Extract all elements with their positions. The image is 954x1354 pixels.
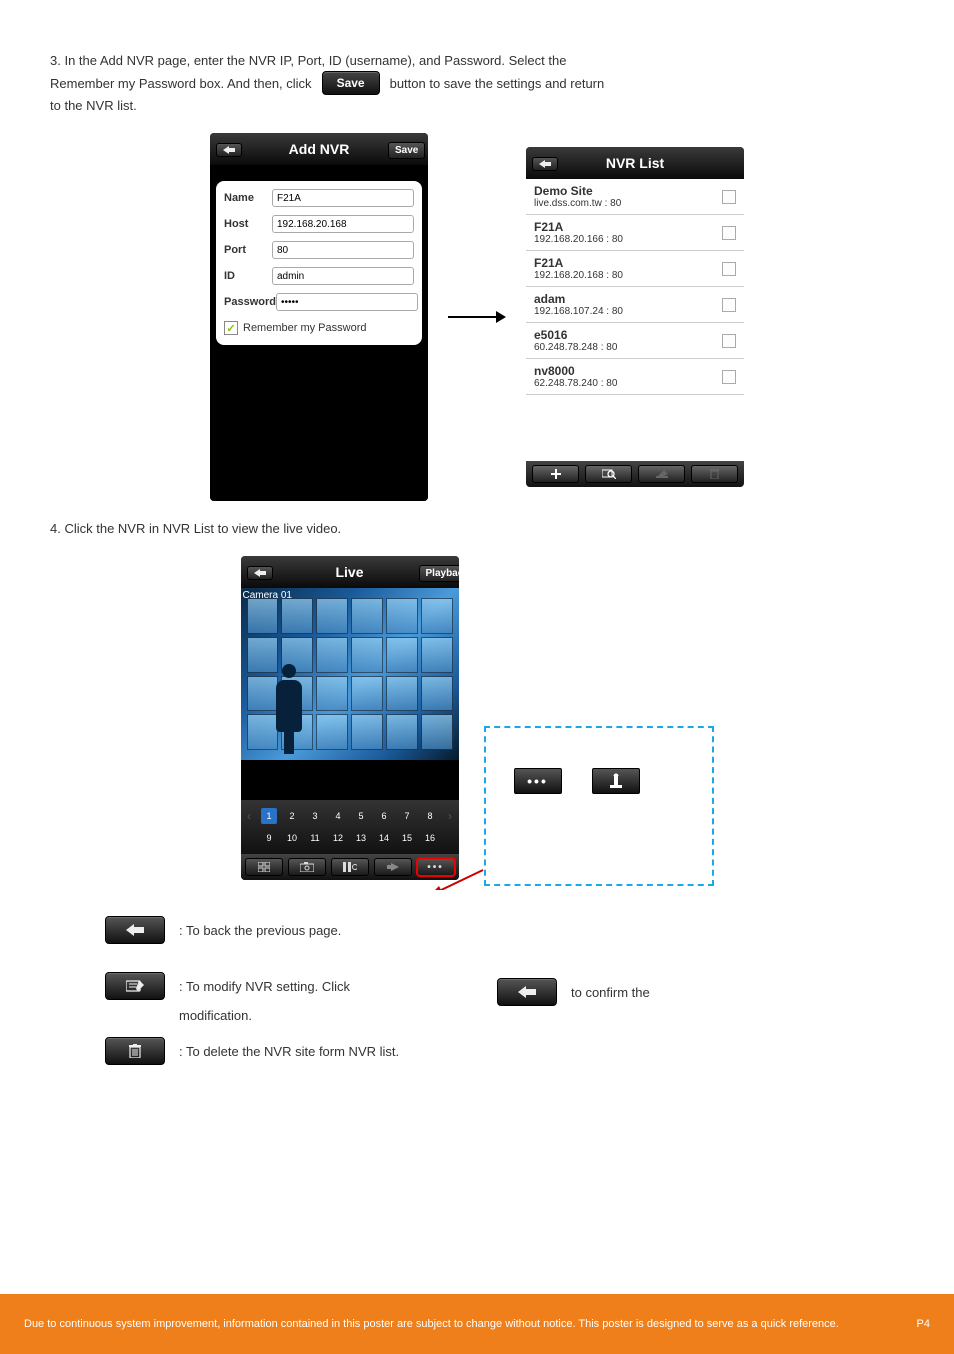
page-number: P4 <box>917 1318 930 1330</box>
nvr-item-host: live.dss.com.tw : 80 <box>534 198 621 209</box>
add-nvr-button[interactable] <box>532 465 579 483</box>
footer-text: Due to continuous system improvement, in… <box>24 1318 839 1330</box>
grid-view-button[interactable] <box>245 858 283 876</box>
step4-line: 4. Click the NVR in NVR List to view the… <box>50 521 904 536</box>
edit-icon[interactable] <box>105 972 165 1000</box>
nvr-item-checkbox[interactable] <box>722 298 736 312</box>
nvr-item-host: 192.168.20.168 : 80 <box>534 270 623 281</box>
step3-line1: 3. In the Add NVR page, enter the NVR IP… <box>50 53 904 68</box>
channel-5-button[interactable]: 5 <box>353 808 369 824</box>
channel-12-button[interactable]: 12 <box>330 830 346 846</box>
channel-13-button[interactable]: 13 <box>353 830 369 846</box>
nvr-item-name: e5016 <box>534 328 617 342</box>
back-confirm-icon[interactable] <box>497 978 557 1006</box>
nvr-list-item[interactable]: Demo Sitelive.dss.com.tw : 80 <box>526 179 744 215</box>
name-field[interactable] <box>272 189 414 207</box>
nvr-list-item[interactable]: e501660.248.78.248 : 80 <box>526 323 744 359</box>
pause-record-button[interactable] <box>331 858 369 876</box>
nvr-item-checkbox[interactable] <box>722 262 736 276</box>
delete-button-disabled <box>691 465 738 483</box>
nvr-item-checkbox[interactable] <box>722 334 736 348</box>
arrow-right-icon <box>448 307 506 327</box>
channel-7-button[interactable]: 7 <box>399 808 415 824</box>
nvr-list-item[interactable]: F21A192.168.20.168 : 80 <box>526 251 744 287</box>
nvr-list-title: NVR List <box>566 155 704 171</box>
nvr-item-host: 192.168.20.166 : 80 <box>534 234 623 245</box>
back-arrow-icon[interactable] <box>247 566 273 580</box>
nvr-list-item[interactable]: F21A192.168.20.166 : 80 <box>526 215 744 251</box>
back-description: : To back the previous page. <box>179 923 904 938</box>
nvr-list-screen: NVR List Demo Sitelive.dss.com.tw : 80F2… <box>526 147 744 487</box>
password-field[interactable] <box>276 293 418 311</box>
nvr-item-name: nv8000 <box>534 364 617 378</box>
snapshot-button[interactable] <box>288 858 326 876</box>
id-field[interactable] <box>272 267 414 285</box>
add-nvr-screen: Add NVR Save Name Host Port ID Password <box>210 133 428 501</box>
nvr-item-host: 62.248.78.240 : 80 <box>534 378 617 389</box>
channel-2-button[interactable]: 2 <box>284 808 300 824</box>
nvr-item-checkbox[interactable] <box>722 226 736 240</box>
more-icon[interactable]: ••• <box>514 768 562 794</box>
channel-15-button[interactable]: 15 <box>399 830 415 846</box>
edit-button-disabled <box>638 465 685 483</box>
channel-9-button[interactable]: 9 <box>261 830 277 846</box>
channel-1-button[interactable]: 1 <box>261 808 277 824</box>
remember-label: Remember my Password <box>243 322 366 334</box>
channel-prev-icon[interactable]: ‹ <box>244 809 254 823</box>
search-button[interactable] <box>585 465 632 483</box>
page-footer: Due to continuous system improvement, in… <box>0 1294 954 1354</box>
host-label: Host <box>224 218 272 230</box>
live-screen: Live Playback Camera 01 ‹ 12345678 › <box>241 556 459 880</box>
back-arrow-icon[interactable] <box>216 143 242 157</box>
step3-line2-suffix: button to save the settings and return <box>390 76 605 91</box>
ptz-icon[interactable] <box>592 768 640 794</box>
name-label: Name <box>224 192 272 204</box>
add-nvr-title: Add NVR <box>250 141 388 157</box>
nvr-list-item[interactable]: nv800062.248.78.240 : 80 <box>526 359 744 395</box>
edit-desc-mid: to confirm the <box>571 985 904 1000</box>
nvr-list-item[interactable]: adam192.168.107.24 : 80 <box>526 287 744 323</box>
channel-6-button[interactable]: 6 <box>376 808 392 824</box>
live-title: Live <box>281 564 419 580</box>
nvr-item-checkbox[interactable] <box>722 190 736 204</box>
id-label: ID <box>224 270 272 282</box>
channel-4-button[interactable]: 4 <box>330 808 346 824</box>
edit-desc-prefix: : To modify NVR setting. Click <box>179 979 350 994</box>
delete-icon[interactable] <box>105 1037 165 1065</box>
port-label: Port <box>224 244 272 256</box>
nvr-item-host: 60.248.78.248 : 80 <box>534 342 617 353</box>
host-field[interactable] <box>272 215 414 233</box>
channel-14-button[interactable]: 14 <box>376 830 392 846</box>
back-icon[interactable] <box>105 916 165 944</box>
port-field[interactable] <box>272 241 414 259</box>
callout-arrow-icon <box>427 866 487 890</box>
camera-label: Camera 01 <box>243 590 292 601</box>
nvr-item-name: F21A <box>534 256 623 270</box>
save-button[interactable]: Save <box>322 71 380 95</box>
channel-8-button[interactable]: 8 <box>422 808 438 824</box>
channel-11-button[interactable]: 11 <box>307 830 323 846</box>
edit-desc-line2: modification. <box>179 1008 252 1023</box>
channel-10-button[interactable]: 10 <box>284 830 300 846</box>
channel-16-button[interactable]: 16 <box>422 830 438 846</box>
playback-button[interactable]: Playback <box>419 565 459 582</box>
remember-checkbox[interactable]: ✓ <box>224 321 238 335</box>
nvr-item-host: 192.168.107.24 : 80 <box>534 306 623 317</box>
password-label: Password <box>224 296 276 308</box>
back-arrow-icon[interactable] <box>532 157 558 171</box>
nvr-item-name: adam <box>534 292 623 306</box>
nvr-item-checkbox[interactable] <box>722 370 736 384</box>
nvr-item-name: Demo Site <box>534 184 621 198</box>
header-save-button[interactable]: Save <box>388 142 425 159</box>
step3-line2-prefix: Remember my Password box. And then, clic… <box>50 76 312 91</box>
person-figure <box>271 664 307 754</box>
channel-3-button[interactable]: 3 <box>307 808 323 824</box>
nvr-item-name: F21A <box>534 220 623 234</box>
next-arrow-button[interactable] <box>374 858 412 876</box>
channel-next-icon[interactable]: › <box>445 809 455 823</box>
more-callout-box: ••• <box>484 726 714 886</box>
delete-description: : To delete the NVR site form NVR list. <box>179 1044 457 1059</box>
step3-line3: to the NVR list. <box>50 98 904 113</box>
